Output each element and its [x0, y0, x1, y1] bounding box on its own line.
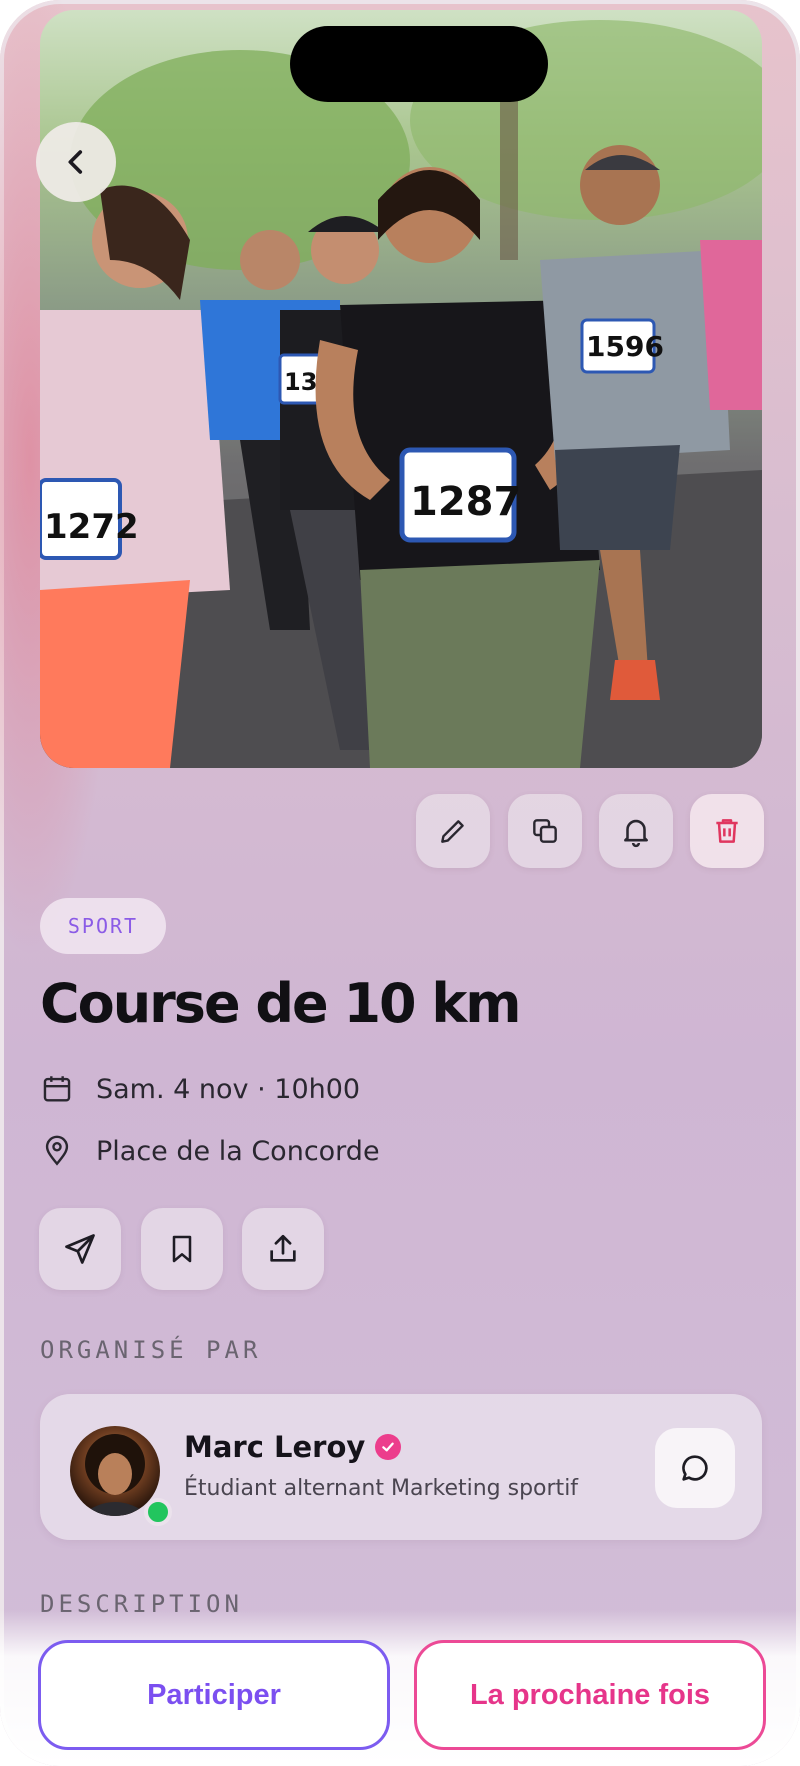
bookmark-button[interactable] [141, 1208, 223, 1290]
organizer-section-label: ORGANISÉ PAR [40, 1336, 262, 1364]
calendar-icon [43, 1076, 71, 1102]
bell-icon [624, 819, 648, 848]
bib-number: 1287 [410, 479, 521, 525]
bib-number: 1272 [44, 507, 139, 547]
organizer-card[interactable]: Marc Leroy Étudiant alternant Marketing … [40, 1394, 762, 1540]
copy-icon [533, 819, 557, 843]
event-title: Course de 10 km [40, 972, 522, 1035]
camera-notch [290, 26, 548, 102]
event-datetime-row: Sam. 4 nov · 10h00 [40, 1072, 360, 1106]
bib-number: 1596 [586, 330, 664, 363]
reminder-button[interactable] [599, 794, 673, 868]
online-status-indicator [144, 1498, 172, 1526]
delete-button[interactable] [690, 794, 764, 868]
chevron-left-icon [68, 150, 83, 174]
phone-frame: 1272 135 1287 1596 SPORT Course de 10 km… [0, 0, 800, 1766]
event-datetime: Sam. 4 nov · 10h00 [96, 1073, 361, 1105]
edit-button[interactable] [416, 794, 490, 868]
share-button[interactable] [242, 1208, 324, 1290]
back-button[interactable] [36, 122, 116, 202]
participate-button[interactable]: Participer [38, 1640, 390, 1750]
share-icon [270, 1234, 296, 1262]
organizer-name-row: Marc Leroy [184, 1430, 402, 1464]
next-time-button[interactable]: La prochaine fois [414, 1640, 766, 1750]
chat-bubble-icon [682, 1455, 708, 1481]
category-tag: SPORT [40, 898, 166, 954]
send-button[interactable] [39, 1208, 121, 1290]
send-icon [65, 1234, 95, 1264]
verified-badge-icon [375, 1434, 402, 1460]
pencil-icon [441, 820, 464, 843]
map-pin-icon [45, 1135, 69, 1166]
event-hero-image: 1272 135 1287 1596 [40, 10, 762, 768]
event-location: Place de la Concorde [96, 1135, 380, 1167]
message-organizer-button[interactable] [655, 1428, 735, 1508]
trash-icon [716, 819, 738, 843]
organizer-name: Marc Leroy [184, 1430, 366, 1464]
bookmark-icon [172, 1235, 192, 1263]
event-location-row: Place de la Concorde [40, 1134, 380, 1168]
organizer-role: Étudiant alternant Marketing sportif [184, 1476, 579, 1501]
duplicate-button[interactable] [508, 794, 582, 868]
runners-illustration: 1272 135 1287 1596 [40, 20, 762, 768]
